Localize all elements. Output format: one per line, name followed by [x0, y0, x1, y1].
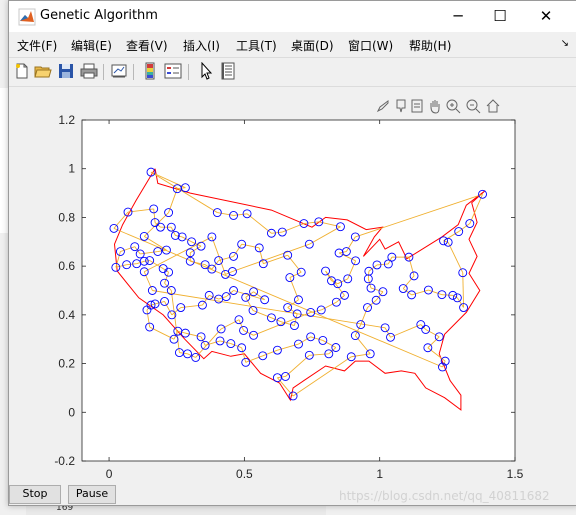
menu-insert[interactable]: 插入(I) [183, 37, 220, 54]
menu-help[interactable]: 帮助(H) [409, 37, 451, 54]
y-tick-label: 1.2 [58, 113, 75, 127]
x-tick-label: 0.5 [236, 467, 253, 479]
watermark-text: https://blog.csdn.net/qq_40811682 [339, 489, 550, 503]
menu-dock-arrow-icon[interactable]: ↘ [561, 38, 569, 49]
tsp-route-plot[interactable]: 0 0.5 1 1.5 -0.2 0 0.2 0.4 0.6 0.8 1 1.2 [9, 87, 576, 479]
y-tick-label: 0 [68, 405, 75, 419]
minimize-button[interactable]: ─ [435, 1, 481, 32]
y-tick-label: 1 [68, 162, 75, 176]
menu-edit[interactable]: 编辑(E) [71, 37, 112, 54]
open-file-icon[interactable] [34, 62, 52, 80]
y-tick-label: -0.2 [54, 454, 75, 468]
title-bar: Genetic Algorithm ─ ☐ ✕ [9, 1, 576, 32]
menu-file[interactable]: 文件(F) [17, 37, 57, 54]
menu-window[interactable]: 窗口(W) [348, 37, 393, 54]
y-tick-label: 0.6 [58, 259, 75, 273]
y-tick-label: 0.4 [58, 308, 75, 322]
save-icon[interactable] [57, 62, 75, 80]
x-tick-label: 1 [376, 467, 383, 479]
link-plot-icon[interactable] [110, 62, 128, 80]
insert-colorbar-icon[interactable] [141, 62, 159, 80]
menu-view[interactable]: 查看(V) [126, 37, 168, 54]
maximize-button[interactable]: ☐ [477, 1, 523, 32]
matlab-logo-icon [18, 8, 36, 26]
toolbar-separator [133, 64, 134, 80]
toolbar-separator [188, 64, 189, 80]
property-inspector-icon[interactable] [219, 62, 237, 80]
figure-toolbar [9, 57, 576, 87]
stop-button[interactable]: Stop [9, 485, 61, 504]
plot-panel: 0 0.5 1 1.5 -0.2 0 0.2 0.4 0.6 0.8 1 1.2 [9, 87, 576, 479]
pause-button[interactable]: Pause [68, 485, 116, 504]
insert-legend-icon[interactable] [164, 62, 182, 80]
x-tick-label: 0 [106, 467, 113, 479]
print-icon[interactable] [80, 62, 98, 80]
toolbar-separator [103, 64, 104, 80]
x-tick-label: 1.5 [507, 467, 524, 479]
close-button[interactable]: ✕ [523, 1, 569, 32]
menu-tools[interactable]: 工具(T) [236, 37, 277, 54]
y-tick-label: 0.2 [58, 357, 75, 371]
window-title: Genetic Algorithm [40, 8, 158, 23]
y-tick-label: 0.8 [58, 210, 75, 224]
menu-desktop[interactable]: 桌面(D) [291, 37, 334, 54]
figure-window: Genetic Algorithm ─ ☐ ✕ 文件(F) 编辑(E) 查看(V… [8, 0, 576, 506]
new-figure-icon[interactable] [13, 62, 31, 80]
edit-plot-icon[interactable] [197, 62, 215, 80]
menu-bar: 文件(F) 编辑(E) 查看(V) 插入(I) 工具(T) 桌面(D) 窗口(W… [9, 32, 576, 56]
